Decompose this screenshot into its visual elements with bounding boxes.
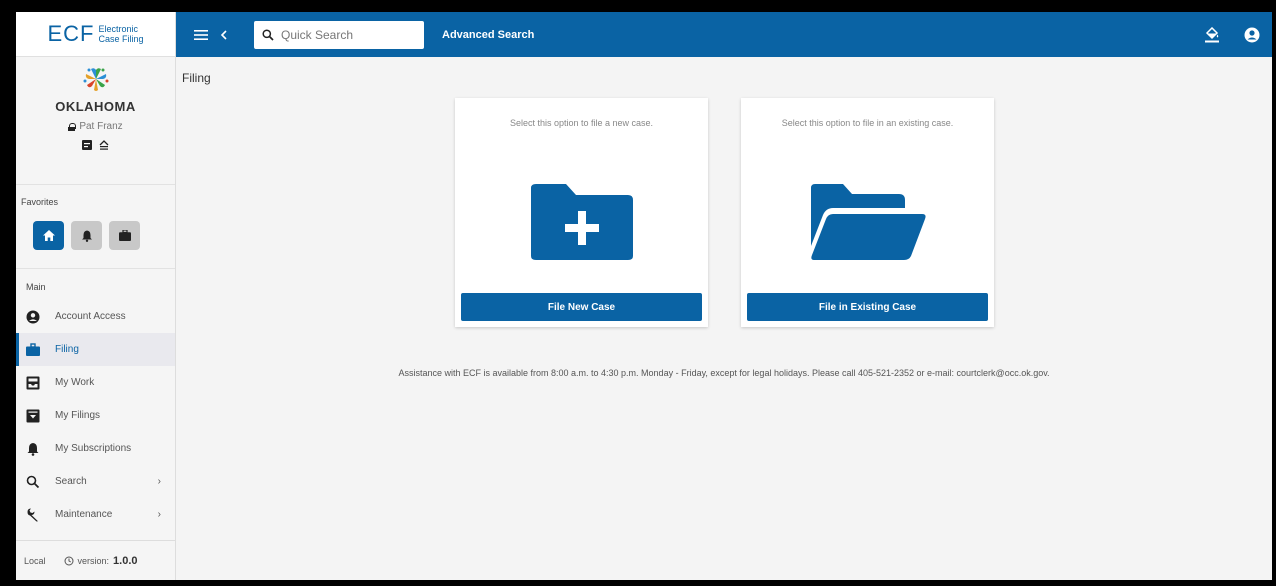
sidebar-item-my-subscriptions[interactable]: My Subscriptions xyxy=(16,432,175,465)
logo-subtitle: Electronic Case Filing xyxy=(98,24,143,44)
top-bar-actions xyxy=(1204,12,1260,57)
user-circle-icon xyxy=(26,310,40,323)
logo-sub-line2: Case Filing xyxy=(98,34,144,44)
environment-label: Local xyxy=(24,555,46,566)
favorites-buttons xyxy=(21,221,175,250)
briefcase-icon xyxy=(118,230,131,241)
top-bar: Advanced Search xyxy=(176,12,1272,57)
search-icon xyxy=(26,475,40,488)
existing-case-description: Select this option to file in an existin… xyxy=(781,118,954,128)
folder-plus-icon[interactable] xyxy=(530,182,634,262)
chevron-right-icon: › xyxy=(157,509,161,520)
ecf-logo[interactable]: ECF Electronic Case Filing xyxy=(16,12,175,57)
advanced-search-link[interactable]: Advanced Search xyxy=(442,29,534,41)
version-label: version: xyxy=(77,555,110,566)
file-new-case-button[interactable]: File New Case xyxy=(461,293,702,321)
sidebar: ECF Electronic Case Filing OKLAHOMA Pat … xyxy=(16,12,176,580)
sort-settings-icon[interactable] xyxy=(99,140,109,150)
home-icon xyxy=(42,230,55,241)
user-name: Pat Franz xyxy=(79,121,123,132)
file-existing-case-button[interactable]: File in Existing Case xyxy=(747,293,988,321)
sidebar-item-label: My Work xyxy=(55,377,95,388)
main-nav-section: Main Account Access Filing My Work My Fi… xyxy=(16,269,175,531)
new-case-description: Select this option to file a new case. xyxy=(509,118,654,128)
user-profile: OKLAHOMA Pat Franz xyxy=(16,57,175,185)
version-number: 1.0.0 xyxy=(113,554,138,567)
sidebar-item-label: My Filings xyxy=(55,410,101,421)
quick-search-input[interactable] xyxy=(281,27,411,42)
file-existing-case-card: Select this option to file in an existin… xyxy=(741,98,994,327)
sidebar-item-my-work[interactable]: My Work xyxy=(16,366,175,399)
logo-sub-line1: Electronic xyxy=(98,24,138,34)
favorite-filing-button[interactable] xyxy=(109,221,140,250)
sidebar-item-filing[interactable]: Filing xyxy=(16,333,175,366)
quick-search-box[interactable] xyxy=(254,20,424,49)
sidebar-item-label: Filing xyxy=(55,344,79,355)
history-icon xyxy=(64,556,74,565)
account-circle-icon[interactable] xyxy=(1244,27,1260,43)
main-label: Main xyxy=(26,282,46,292)
sidebar-item-account-access[interactable]: Account Access xyxy=(16,300,175,333)
chevron-left-icon[interactable] xyxy=(220,29,228,40)
hamburger-menu-icon[interactable] xyxy=(194,29,208,41)
sidebar-item-label: My Subscriptions xyxy=(55,443,132,454)
logo-main: ECF xyxy=(47,21,95,46)
sidebar-item-label: Search xyxy=(55,476,87,487)
folder-open-icon[interactable] xyxy=(809,182,927,262)
sidebar-item-search[interactable]: Search › xyxy=(16,465,175,498)
favorites-label: Favorites xyxy=(21,197,59,207)
user-line[interactable]: Pat Franz xyxy=(68,121,123,132)
wrench-icon xyxy=(27,508,38,521)
chevron-right-icon: › xyxy=(157,476,161,487)
sidebar-item-maintenance[interactable]: Maintenance › xyxy=(16,498,175,531)
archive-icon xyxy=(26,409,40,422)
briefcase-icon xyxy=(26,342,40,356)
main-content: Filing Select this option to file a new … xyxy=(176,57,1272,580)
favorite-home-button[interactable] xyxy=(33,221,64,250)
favorites-section: Favorites xyxy=(16,185,175,269)
id-card-icon[interactable] xyxy=(82,140,92,150)
search-icon xyxy=(262,28,274,41)
state-name: OKLAHOMA xyxy=(55,99,136,114)
sidebar-item-label: Account Access xyxy=(55,311,126,322)
card-icon-wrap xyxy=(741,182,994,262)
bell-icon xyxy=(81,230,92,242)
oklahoma-emblem-icon xyxy=(83,68,108,91)
lock-icon xyxy=(68,122,77,131)
card-icon-wrap xyxy=(455,182,708,262)
sidebar-item-label: Maintenance xyxy=(55,509,113,520)
bell-icon xyxy=(27,442,39,456)
sidebar-footer: Local version: 1.0.0 xyxy=(16,540,175,580)
page-title: Filing xyxy=(182,71,211,85)
inbox-icon xyxy=(26,376,40,389)
sidebar-item-my-filings[interactable]: My Filings xyxy=(16,399,175,432)
profile-actions xyxy=(82,140,109,150)
assistance-text: Assistance with ECF is available from 8:… xyxy=(398,368,1050,378)
file-new-case-card: Select this option to file a new case. F… xyxy=(455,98,708,327)
version-info: version: 1.0.0 xyxy=(64,555,138,567)
app-window: ECF Electronic Case Filing OKLAHOMA Pat … xyxy=(16,12,1272,580)
favorite-notifications-button[interactable] xyxy=(71,221,102,250)
paint-bucket-icon[interactable] xyxy=(1204,26,1220,43)
